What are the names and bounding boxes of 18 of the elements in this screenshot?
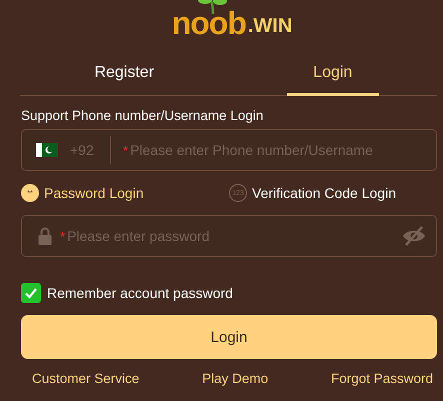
field-label: Support Phone number/Username Login	[21, 108, 264, 123]
required-mark: *	[123, 142, 128, 158]
tab[interactable]: Register	[20, 50, 228, 95]
checkbox[interactable]	[21, 283, 41, 303]
password-input[interactable]: Please enter password	[67, 228, 394, 244]
footer-link[interactable]: Customer Service	[32, 371, 140, 386]
checkmark-icon	[24, 286, 38, 300]
logo: noob.WIN	[172, 0, 292, 40]
flag-icon	[36, 143, 58, 157]
login-button[interactable]: Login	[21, 315, 437, 359]
checkbox-label: Remember account password	[47, 285, 233, 301]
footer-link[interactable]: Forgot Password	[330, 371, 433, 386]
hidden-eye-icon[interactable]	[402, 226, 426, 246]
lock-icon	[38, 227, 52, 245]
required-mark: *	[60, 228, 66, 244]
footer-link[interactable]: Play Demo	[202, 371, 268, 386]
tab[interactable]: Login	[228, 50, 437, 95]
phone-input[interactable]: Please enter Phone number/Username	[130, 142, 426, 158]
